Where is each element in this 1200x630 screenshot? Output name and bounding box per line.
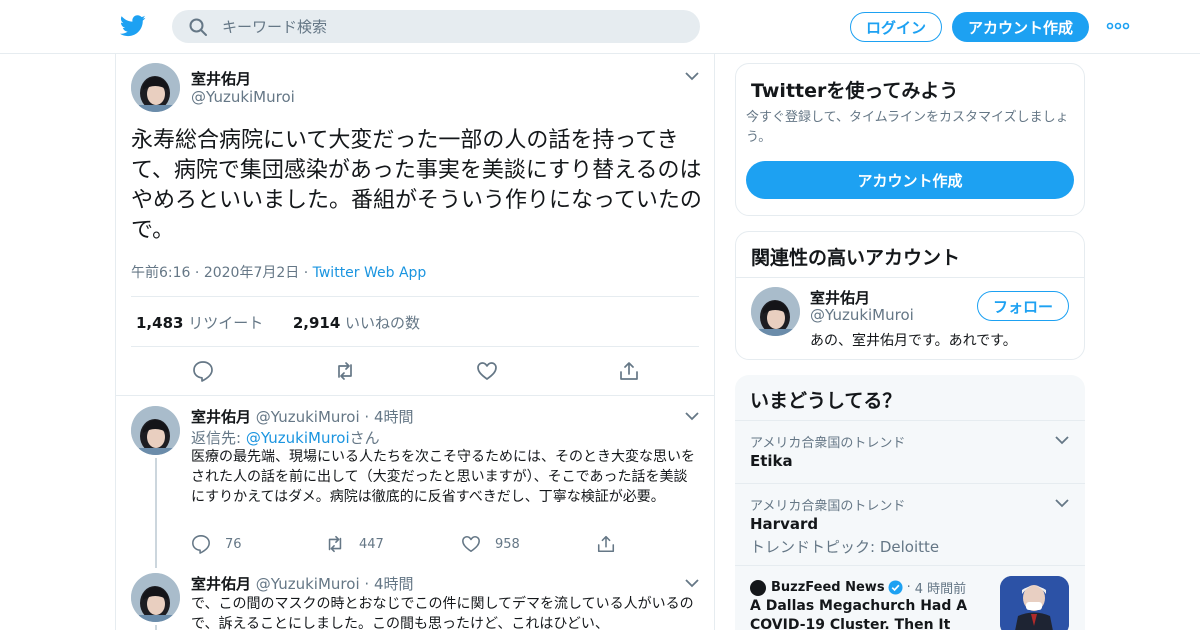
meta-separator: · [906, 580, 911, 595]
divider [131, 346, 699, 347]
related-account-name[interactable]: 室井佑月 [810, 287, 870, 308]
avatar-photo [131, 406, 180, 455]
reply-time[interactable]: 4時間 [374, 575, 414, 593]
chevron-down-icon[interactable] [684, 71, 700, 81]
trend-category: アメリカ合衆国のトレンド [750, 436, 906, 451]
avatar-photo [131, 573, 180, 622]
card-title: Twitterを使ってみよう [751, 80, 959, 102]
search-icon [189, 18, 207, 36]
divider [116, 395, 714, 396]
reply-header[interactable]: 室井佑月 @YuzukiMuroi · 4時間 [191, 573, 414, 594]
reply-time[interactable]: 4時間 [374, 408, 414, 426]
news-thumbnail-image [1000, 576, 1069, 630]
main-timeline: 室井佑月 @YuzukiMuroi 永寿総合病院にいて大変だった一部の人の話を持… [115, 54, 715, 630]
tweet-author-handle[interactable]: @YuzukiMuroi [191, 88, 295, 106]
meta-separator: · [364, 575, 374, 593]
trend-name[interactable]: Harvard [750, 515, 818, 533]
trend-name[interactable]: Etika [750, 452, 793, 470]
trends-card: いまどうしてる？ アメリカ合衆国のトレンド Etika アメリカ合衆国のトレンド… [735, 375, 1085, 630]
avatar-photo [751, 287, 800, 336]
tweet-date: 2020年7月2日 [203, 265, 300, 281]
meta-separator: · [364, 408, 374, 426]
follow-button[interactable]: フォロー [977, 291, 1069, 321]
retweet-stat[interactable]: 1,483 リツイート [136, 314, 263, 332]
reply-to-link[interactable]: @YuzukiMuroi [246, 429, 350, 447]
tweet-stats: 1,483 リツイート 2,914 いいねの数 [136, 312, 420, 333]
retweet-icon [328, 535, 342, 553]
meta-separator: · [194, 265, 204, 281]
try-twitter-card: Twitterを使ってみよう 今すぐ登録して、タイムラインをカスタマイズしましょ… [735, 63, 1085, 216]
news-thumbnail[interactable] [1000, 576, 1069, 630]
related-accounts-card: 関連性の高いアカウント 室井佑月 @YuzukiMuroi あの、室井佑月です。… [735, 231, 1085, 360]
login-button[interactable]: ログイン [850, 12, 942, 42]
meta-separator: · [303, 265, 313, 281]
tweet-timestamp[interactable]: 午前6:16 · 2020年7月2日 · Twitter Web App [131, 262, 426, 282]
reply-author-handle[interactable]: @YuzukiMuroi [256, 408, 360, 426]
twitter-bird-icon[interactable] [120, 14, 146, 38]
reply-author-name[interactable]: 室井佑月 [191, 575, 251, 593]
thread-line [155, 625, 157, 630]
sidebar-signup-button[interactable]: アカウント作成 [746, 161, 1074, 199]
retweet-icon[interactable] [334, 360, 356, 382]
avatar[interactable] [131, 63, 180, 112]
more-options-icon[interactable] [1106, 18, 1130, 34]
avatar[interactable] [131, 573, 180, 622]
divider [735, 565, 1085, 566]
chevron-down-icon[interactable] [684, 411, 700, 421]
reply-author-handle[interactable]: @YuzukiMuroi [256, 575, 360, 593]
reply-icon[interactable] [192, 360, 214, 382]
buzzfeed-logo-icon [750, 579, 766, 596]
chevron-down-icon[interactable] [684, 578, 700, 588]
like-icon[interactable] [476, 360, 498, 382]
related-account-bio: あの、室井佑月です。あれです。 [810, 333, 1017, 349]
divider [735, 420, 1085, 421]
top-bar: ログイン アカウント作成 [0, 0, 1200, 54]
search-bar[interactable] [172, 10, 700, 43]
thread-line [155, 458, 157, 568]
tweet-source-link[interactable]: Twitter Web App [313, 265, 427, 281]
tweet-time: 午前6:16 [131, 265, 191, 281]
divider [131, 296, 699, 297]
share-icon[interactable] [618, 360, 640, 382]
reply-text: 医療の最先端、現場にいる人たちを次こそ守るためには、そのとき大変な思いをされた人… [191, 449, 695, 505]
news-source: BuzzFeed News [771, 580, 885, 595]
chevron-down-icon[interactable] [1054, 498, 1070, 508]
card-description: 今すぐ登録して、タイムラインをカスタマイズしましょう。 [746, 110, 1069, 145]
news-headline[interactable]: A Dallas Megachurch Had A COVID-19 Clust… [750, 597, 986, 630]
avatar[interactable] [131, 406, 180, 455]
divider [736, 277, 1084, 278]
avatar[interactable] [751, 287, 800, 336]
news-time: 4 時間前 [914, 582, 967, 597]
card-title: いまどうしてる？ [750, 390, 902, 412]
trend-category: アメリカ合衆国のトレンド [750, 499, 906, 514]
reply-action-retweet[interactable]: 447 [325, 534, 384, 554]
reply-action-like[interactable]: 958 [461, 534, 520, 554]
reply-author-name[interactable]: 室井佑月 [191, 408, 251, 426]
like-icon [462, 535, 480, 553]
news-meta: BuzzFeed News · 4 時間前 [750, 578, 966, 597]
reply-text: で、この間のマスクの時とおなじでこの件に関してデマを流している人がいるので、訴え… [191, 596, 694, 630]
tweet-author-name[interactable]: 室井佑月 [191, 68, 251, 89]
reply-header[interactable]: 室井佑月 @YuzukiMuroi · 4時間 [191, 406, 414, 427]
avatar-photo [131, 63, 180, 112]
signup-button[interactable]: アカウント作成 [952, 12, 1089, 42]
like-stat[interactable]: 2,914 いいねの数 [293, 314, 420, 332]
divider [735, 483, 1085, 484]
card-title: 関連性の高いアカウント [751, 247, 961, 269]
reply-icon [192, 535, 210, 554]
replying-to: 返信先: @YuzukiMuroiさん [191, 429, 380, 447]
chevron-down-icon[interactable] [1054, 435, 1070, 445]
search-input[interactable] [222, 10, 682, 43]
share-icon [597, 535, 615, 553]
reply-action-share[interactable] [596, 534, 630, 554]
trend-subtopic: トレンドトピック: Deloitte [750, 538, 940, 556]
tweet-text: 永寿総合病院にいて大変だった一部の人の話を持ってきて、病院で集団感染があった事実… [131, 128, 702, 243]
related-account-handle[interactable]: @YuzukiMuroi [810, 306, 914, 324]
reply-action-reply[interactable]: 76 [191, 534, 242, 554]
verified-badge-icon [888, 580, 903, 595]
